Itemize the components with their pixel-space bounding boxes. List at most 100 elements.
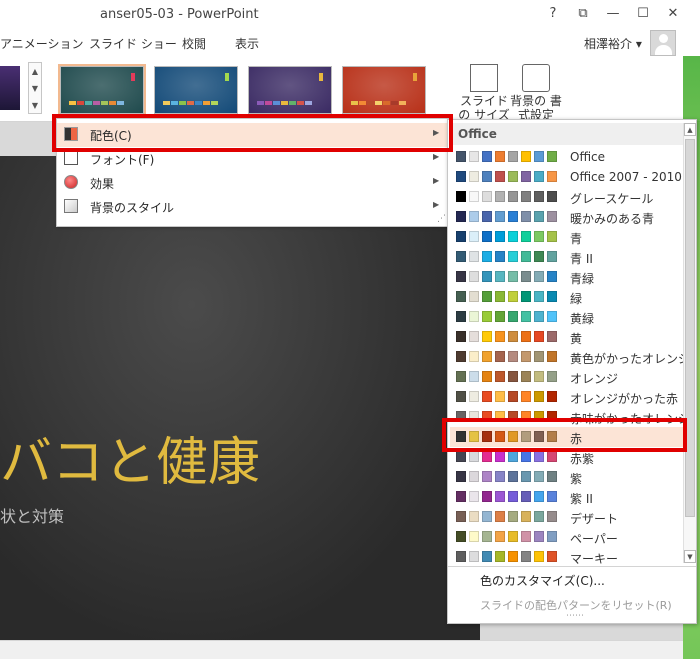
color-scheme-item[interactable]: デザート <box>450 507 683 527</box>
tab-review[interactable]: 校閲 <box>182 35 206 52</box>
variant-thumbnail-2[interactable] <box>154 66 238 114</box>
maximize-button[interactable]: ☐ <box>634 5 652 23</box>
color-swatch <box>482 191 492 202</box>
user-account[interactable]: 相澤裕介 ▾ <box>584 35 642 52</box>
color-swatch <box>456 551 466 562</box>
color-swatch <box>456 251 466 262</box>
variant-thumbnail-1[interactable] <box>58 64 146 116</box>
resize-grip-icon[interactable]: ⋰ <box>437 214 446 224</box>
color-swatch <box>534 491 544 502</box>
slide-title[interactable]: バコと健康 <box>0 420 260 495</box>
color-swatch <box>456 371 466 382</box>
color-swatch <box>521 191 531 202</box>
variant-color-swatch <box>375 101 382 105</box>
color-swatch <box>495 551 505 562</box>
menu-item-effects[interactable]: 効果 ▶ <box>57 171 450 195</box>
variant-color-swatch <box>383 101 390 105</box>
customize-colors-item[interactable]: 色のカスタマイズ(C)... <box>480 572 605 589</box>
color-scheme-item[interactable]: マーキー <box>450 547 683 567</box>
color-scheme-name: 紫 II <box>570 492 593 506</box>
color-scheme-item[interactable]: 青 II <box>450 247 683 267</box>
color-swatch <box>456 311 466 322</box>
color-swatch <box>547 351 557 362</box>
color-swatch <box>534 371 544 382</box>
tab-slideshow[interactable]: スライド ショー <box>89 35 177 52</box>
variant-thumbnail-3[interactable] <box>248 66 332 114</box>
tab-view[interactable]: 表示 <box>235 35 259 52</box>
color-swatch <box>469 231 479 242</box>
submenu-scrollbar[interactable]: ▲ ▼ <box>683 123 696 563</box>
variant-color-swatch <box>399 101 406 105</box>
color-scheme-item[interactable]: オレンジ <box>450 367 683 387</box>
color-swatch <box>534 531 544 542</box>
color-swatch <box>521 331 531 342</box>
color-swatch <box>495 451 505 462</box>
variant-color-swatch <box>351 101 358 105</box>
menu-item-background-styles[interactable]: 背景のスタイル ▶ <box>57 195 450 219</box>
ribbon-display-options-button[interactable]: ⧉ <box>574 5 592 23</box>
color-scheme-item[interactable]: 青緑 <box>450 267 683 287</box>
color-swatch <box>469 331 479 342</box>
color-swatch <box>495 151 505 162</box>
variant-color-swatch <box>179 101 186 105</box>
color-scheme-item[interactable]: 黄緑 <box>450 307 683 327</box>
color-swatch <box>508 191 518 202</box>
minimize-button[interactable]: — <box>604 5 622 23</box>
avatar-icon[interactable] <box>650 30 676 56</box>
color-swatch <box>521 391 531 402</box>
slide-subtitle[interactable]: 状と対策 <box>0 503 64 527</box>
close-button[interactable]: ✕ <box>664 5 682 23</box>
color-scheme-name: ペーパー <box>570 532 618 546</box>
help-button[interactable]: ? <box>544 5 562 23</box>
color-scheme-item[interactable]: オレンジがかった赤 <box>450 387 683 407</box>
tab-animations[interactable]: アニメーション <box>0 35 84 52</box>
color-scheme-item[interactable]: 緑 <box>450 287 683 307</box>
color-swatch <box>495 251 505 262</box>
gallery-scroll[interactable]: ▲ ▼ ▼ <box>28 62 42 114</box>
color-swatch <box>508 371 518 382</box>
resize-grip-icon[interactable]: ⋯⋯ <box>566 611 584 621</box>
color-swatch <box>495 231 505 242</box>
color-scheme-item[interactable]: Office 2007 - 2010 <box>450 167 683 187</box>
more-icon[interactable]: ▼ <box>29 97 41 114</box>
color-scheme-item[interactable]: 紫 <box>450 467 683 487</box>
color-scheme-item[interactable]: 黄 <box>450 327 683 347</box>
scroll-up-icon[interactable]: ▲ <box>684 123 696 136</box>
scrollbar-thumb[interactable] <box>685 139 695 517</box>
color-swatch <box>547 251 557 262</box>
color-swatch <box>521 491 531 502</box>
scroll-up-icon[interactable]: ▲ <box>29 63 41 80</box>
variant-color-swatch <box>211 101 218 105</box>
color-swatch <box>547 151 557 162</box>
color-swatch <box>456 491 466 502</box>
color-swatch <box>508 291 518 302</box>
theme-thumbnail-partial[interactable] <box>0 66 20 110</box>
slide-size-button[interactable]: スライドの サイズ <box>456 60 512 122</box>
slide-size-icon <box>470 64 498 92</box>
slide-canvas[interactable] <box>0 156 480 652</box>
color-scheme-item[interactable]: ペーパー <box>450 527 683 547</box>
color-swatch <box>469 291 479 302</box>
color-scheme-item[interactable]: 黄色がかったオレンジ <box>450 347 690 367</box>
color-scheme-name: マーキー <box>570 552 619 566</box>
format-background-button[interactable]: 背景の 書式設定 <box>508 60 564 122</box>
color-scheme-item[interactable]: グレースケール <box>450 187 683 207</box>
color-scheme-item[interactable]: 青 <box>450 227 683 247</box>
color-swatch <box>456 351 466 362</box>
color-swatch <box>469 511 479 522</box>
color-swatch <box>456 391 466 402</box>
separator <box>448 566 696 567</box>
color-swatch <box>508 511 518 522</box>
color-swatch <box>534 151 544 162</box>
variant-thumbnail-4[interactable] <box>342 66 426 114</box>
color-swatch <box>547 371 557 382</box>
color-scheme-item[interactable]: 暖かみのある青 <box>450 207 683 227</box>
color-swatch <box>534 391 544 402</box>
color-scheme-name: オレンジ <box>570 372 619 386</box>
scroll-down-icon[interactable]: ▼ <box>29 80 41 97</box>
scroll-down-icon[interactable]: ▼ <box>684 550 696 563</box>
color-scheme-item[interactable]: Office <box>450 147 683 167</box>
highlight-box-red-scheme <box>442 418 687 452</box>
variant-color-swatch <box>305 101 312 105</box>
color-scheme-item[interactable]: 紫 II <box>450 487 683 507</box>
